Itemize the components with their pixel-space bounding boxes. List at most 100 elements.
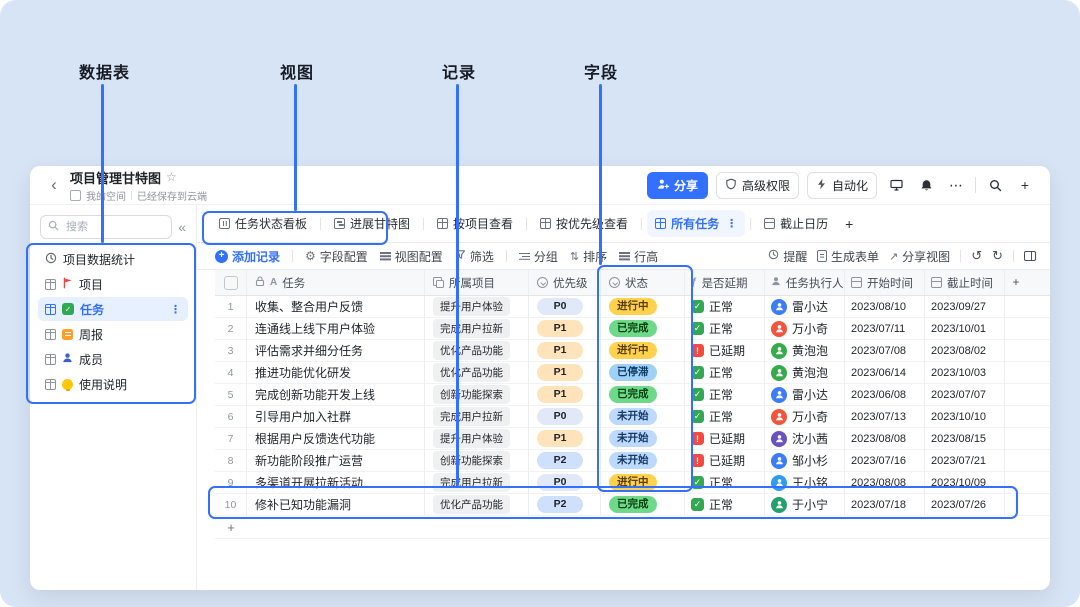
start-date-cell[interactable]: 2023/07/11: [845, 318, 925, 339]
share-button[interactable]: 分享: [647, 172, 708, 199]
delay-cell[interactable]: ✓正常: [685, 384, 765, 405]
task-name-cell[interactable]: 完成创新功能开发上线: [247, 384, 425, 405]
project-cell[interactable]: 完成用户拉新: [425, 406, 529, 427]
tab-more-icon[interactable]: ⋮: [726, 217, 737, 230]
header-end-date[interactable]: 截止时间: [925, 270, 1005, 295]
start-date-cell[interactable]: 2023/07/08: [845, 340, 925, 361]
back-icon[interactable]: ‹: [44, 175, 64, 195]
status-cell[interactable]: 未开始: [601, 450, 685, 471]
start-date-cell[interactable]: 2023/07/18: [845, 494, 925, 515]
table-row[interactable]: 2连通线上线下用户体验完成用户拉新P1已完成✓正常万小奇2023/07/1120…: [215, 318, 1050, 340]
add-column-button[interactable]: +: [1005, 270, 1027, 295]
task-name-cell[interactable]: 新功能阶段推广运营: [247, 450, 425, 471]
row-number-cell[interactable]: 2: [215, 318, 247, 339]
table-row[interactable]: 4推进功能优化研发优化产品功能P1已停滞✓正常黄泡泡2023/06/142023…: [215, 362, 1050, 384]
sidebar-item-guide[interactable]: 使用说明: [38, 372, 188, 396]
automation-button[interactable]: 自动化: [807, 172, 877, 199]
start-date-cell[interactable]: 2023/06/08: [845, 384, 925, 405]
end-date-cell[interactable]: 2023/08/15: [925, 428, 1005, 449]
tab-task-status-board[interactable]: 任务状态看板: [211, 210, 315, 237]
panel-icon[interactable]: [1024, 251, 1036, 262]
sidebar-item-weekly-report[interactable]: 周报: [38, 322, 188, 346]
status-cell[interactable]: 已完成: [601, 494, 685, 515]
status-cell[interactable]: 进行中: [601, 296, 685, 317]
row-number-cell[interactable]: 5: [215, 384, 247, 405]
assignee-cell[interactable]: 雷小达: [765, 384, 845, 405]
end-date-cell[interactable]: 2023/10/10: [925, 406, 1005, 427]
end-date-cell[interactable]: 2023/09/27: [925, 296, 1005, 317]
project-cell[interactable]: 优化产品功能: [425, 494, 529, 515]
project-cell[interactable]: 提升用户体验: [425, 428, 529, 449]
start-date-cell[interactable]: 2023/06/14: [845, 362, 925, 383]
assignee-cell[interactable]: 黄泡泡: [765, 362, 845, 383]
assignee-cell[interactable]: 邹小杉: [765, 450, 845, 471]
project-cell[interactable]: 完成用户拉新: [425, 472, 529, 493]
row-number-cell[interactable]: 6: [215, 406, 247, 427]
priority-cell[interactable]: P1: [529, 384, 601, 405]
status-cell[interactable]: 进行中: [601, 472, 685, 493]
priority-cell[interactable]: P2: [529, 450, 601, 471]
add-row[interactable]: +: [215, 516, 1050, 539]
start-date-cell[interactable]: 2023/08/08: [845, 472, 925, 493]
add-row-plus-icon[interactable]: +: [215, 516, 247, 538]
row-number-cell[interactable]: 9: [215, 472, 247, 493]
delay-cell[interactable]: ✓正常: [685, 296, 765, 317]
status-cell[interactable]: 未开始: [601, 428, 685, 449]
collapse-sidebar-icon[interactable]: «: [178, 219, 186, 235]
priority-cell[interactable]: P1: [529, 428, 601, 449]
header-assignee[interactable]: 任务执行人: [765, 270, 845, 295]
assignee-cell[interactable]: 于小宁: [765, 494, 845, 515]
assignee-cell[interactable]: 万小奇: [765, 318, 845, 339]
task-name-cell[interactable]: 引导用户加入社群: [247, 406, 425, 427]
project-cell[interactable]: 创新功能探索: [425, 384, 529, 405]
undo-icon[interactable]: ↺: [971, 248, 982, 264]
row-number-cell[interactable]: 3: [215, 340, 247, 361]
task-name-cell[interactable]: 评估需求并细分任务: [247, 340, 425, 361]
delay-cell[interactable]: !已延期: [685, 340, 765, 361]
add-record-button[interactable]: + 添加记录: [215, 248, 280, 265]
header-priority[interactable]: 优先级: [529, 270, 601, 295]
search-icon[interactable]: [984, 174, 1006, 196]
sidebar-item-projects[interactable]: 项目: [38, 272, 188, 296]
row-number-cell[interactable]: 4: [215, 362, 247, 383]
status-cell[interactable]: 未开始: [601, 406, 685, 427]
row-number-cell[interactable]: 10: [215, 494, 247, 515]
priority-cell[interactable]: P1: [529, 340, 601, 361]
assignee-cell[interactable]: 黄泡泡: [765, 340, 845, 361]
assignee-cell[interactable]: 沈小茜: [765, 428, 845, 449]
project-cell[interactable]: 创新功能探索: [425, 450, 529, 471]
delay-cell[interactable]: ✓正常: [685, 362, 765, 383]
row-height-button[interactable]: 行高: [619, 248, 658, 265]
remind-button[interactable]: 提醒: [768, 248, 807, 265]
assignee-cell[interactable]: 万小奇: [765, 406, 845, 427]
table-row[interactable]: 1收集、整合用户反馈提升用户体验P0进行中✓正常雷小达2023/08/10202…: [215, 296, 1050, 318]
add-view-button[interactable]: +: [838, 211, 860, 237]
start-date-cell[interactable]: 2023/08/08: [845, 428, 925, 449]
tab-all-tasks[interactable]: 所有任务 ⋮: [647, 210, 745, 237]
header-status[interactable]: 状态: [601, 270, 685, 295]
end-date-cell[interactable]: 2023/08/02: [925, 340, 1005, 361]
delay-cell[interactable]: ✓正常: [685, 472, 765, 493]
end-date-cell[interactable]: 2023/10/03: [925, 362, 1005, 383]
tab-progress-gantt[interactable]: 进展甘特图: [326, 210, 418, 237]
task-name-cell[interactable]: 修补已知功能漏洞: [247, 494, 425, 515]
more-icon[interactable]: ⋯: [945, 174, 967, 196]
header-task[interactable]: A 任务: [247, 270, 425, 295]
priority-cell[interactable]: P0: [529, 472, 601, 493]
space-name[interactable]: 我的空间: [86, 188, 126, 203]
notification-icon[interactable]: [915, 174, 937, 196]
project-cell[interactable]: 优化产品功能: [425, 340, 529, 361]
select-all-checkbox[interactable]: [224, 276, 238, 290]
sidebar-item-tasks[interactable]: ✓ 任务 ⋮: [38, 297, 188, 321]
row-number-cell[interactable]: 1: [215, 296, 247, 317]
table-row[interactable]: 5完成创新功能开发上线创新功能探索P1已完成✓正常雷小达2023/06/0820…: [215, 384, 1050, 406]
tab-by-priority[interactable]: 按优先级查看: [532, 210, 636, 237]
row-number-cell[interactable]: 7: [215, 428, 247, 449]
share-view-button[interactable]: ↗ 分享视图: [889, 248, 950, 265]
priority-cell[interactable]: P0: [529, 296, 601, 317]
header-select-cell[interactable]: [215, 270, 247, 295]
task-name-cell[interactable]: 根据用户反馈迭代功能: [247, 428, 425, 449]
star-icon[interactable]: ☆: [166, 170, 177, 184]
table-row[interactable]: 3评估需求并细分任务优化产品功能P1进行中!已延期黄泡泡2023/07/0820…: [215, 340, 1050, 362]
redo-icon[interactable]: ↻: [992, 248, 1003, 264]
